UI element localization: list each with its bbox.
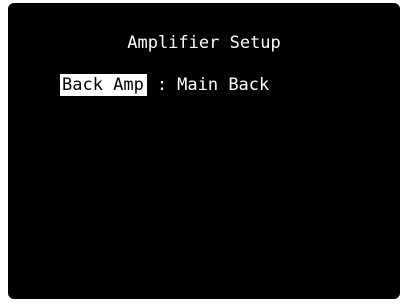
setting-row-back-amp[interactable]: Back Amp : Main Back	[60, 74, 269, 96]
setting-label-selected[interactable]: Back Amp	[60, 74, 147, 96]
setting-separator: :	[156, 75, 168, 95]
setting-value[interactable]: Main Back	[177, 75, 269, 95]
osd-screen: Amplifier Setup Back Amp : Main Back	[8, 3, 400, 299]
menu-title: Amplifier Setup	[127, 33, 281, 53]
